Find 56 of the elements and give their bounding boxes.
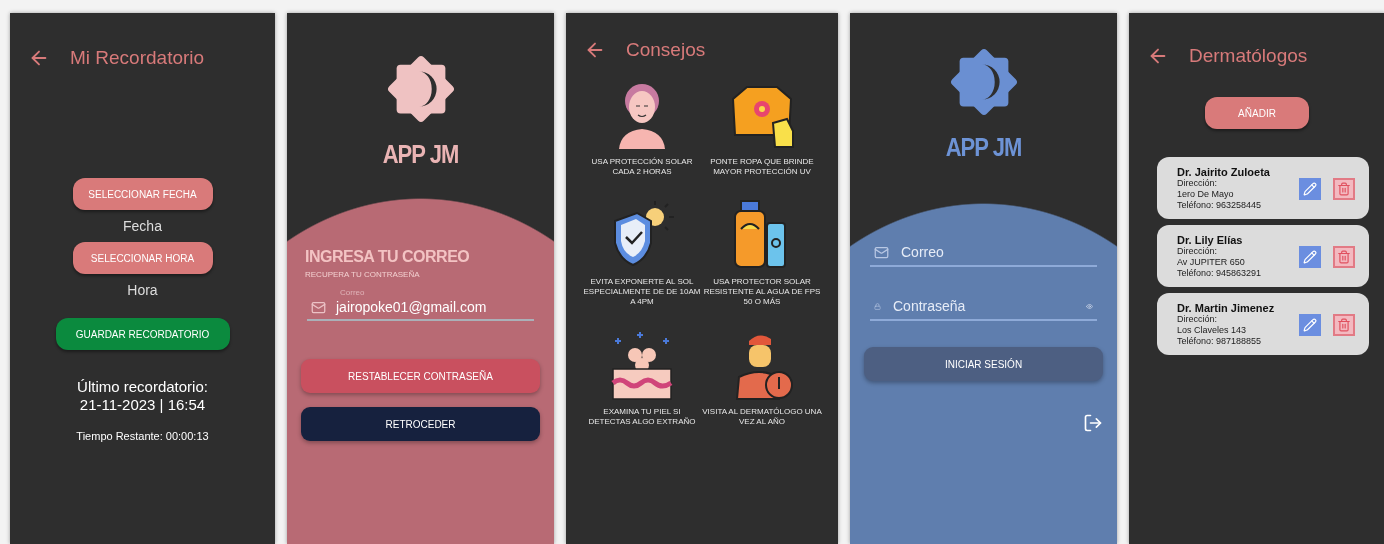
select-date-button[interactable]: SELECCIONAR FECHA: [72, 178, 213, 210]
edit-button[interactable]: [1299, 313, 1321, 336]
form-subheading: RECUPERA TU CONTRASEÑA: [305, 270, 420, 279]
address-label: Dirección:: [1177, 178, 1218, 189]
address-text: Av JUPITER 650: [1177, 257, 1246, 268]
form-heading: INGRESA TU CORREO: [305, 248, 470, 266]
delete-button[interactable]: [1333, 313, 1355, 336]
screen-title: Consejos: [626, 39, 706, 61]
tip-text: VISITA AL DERMATÓLOGO UNA VEZ AL AÑO: [702, 407, 822, 427]
time-label: Hora: [127, 282, 158, 298]
address-text: Los Claveles 143: [1177, 325, 1248, 336]
email-input[interactable]: Correo: [899, 243, 1093, 261]
screen-title: Mi Recordatorio: [70, 47, 205, 69]
reset-password-button[interactable]: RESTABLECER CONTRASEÑA: [301, 359, 540, 393]
tip-text: USA PROTECTOR SOLAR RESISTENTE AL AGUA DE FPS 50 O MÁS: [702, 277, 822, 307]
mail-icon: [874, 244, 889, 260]
password-input[interactable]: Contraseña: [891, 297, 1076, 315]
app-name: APP JM: [945, 133, 1022, 163]
trash-icon: [1337, 317, 1351, 332]
tip-text: PONTE ROPA QUE BRINDE MAYOR PROTECCIÓN UV: [709, 157, 815, 177]
add-button[interactable]: AÑADIR: [1205, 97, 1309, 129]
last-reminder-value: 21-11-2023 | 16:54: [79, 396, 206, 414]
back-button[interactable]: RETROCEDER: [301, 407, 540, 441]
address-label: Dirección:: [1177, 246, 1218, 257]
field-label: Correo: [340, 288, 365, 297]
date-label: Fecha: [123, 218, 162, 234]
doctor-name: Dr. Martin Jimenez: [1177, 302, 1276, 314]
login-button[interactable]: INICIAR SESIÓN: [864, 347, 1103, 381]
edit-button[interactable]: [1299, 245, 1321, 268]
delete-button[interactable]: [1333, 245, 1355, 268]
tip-text: USA PROTECCIÓN SOLAR CADA 2 HORAS: [590, 157, 694, 177]
tip-text: EXAMINA TU PIEL SI DETECTAS ALGO EXTRAÑO: [587, 407, 697, 427]
phone-text: Teléfono: 963258445: [1177, 200, 1263, 211]
save-reminder-button[interactable]: GUARDAR RECORDATORIO: [55, 318, 230, 350]
pencil-icon: [1303, 249, 1317, 264]
pencil-icon: [1303, 317, 1317, 332]
address-label: Dirección:: [1177, 314, 1218, 325]
phone-text: Teléfono: 987188855: [1177, 336, 1263, 347]
email-field[interactable]: jairopoke01@gmail.com: [307, 299, 534, 321]
select-time-button[interactable]: SELECCIONAR HORA: [72, 242, 213, 274]
pencil-icon: [1303, 181, 1317, 196]
app-name: APP JM: [382, 140, 459, 170]
trash-icon: [1337, 181, 1351, 196]
last-reminder-label: Último recordatorio:: [77, 378, 208, 396]
mail-icon: [311, 299, 326, 315]
address-text: 1ero De Mayo: [1177, 189, 1235, 200]
edit-button[interactable]: [1299, 177, 1321, 200]
delete-button[interactable]: [1333, 177, 1355, 200]
doctor-name: Dr. Jairito Zuloeta: [1177, 166, 1271, 178]
remaining-time: Tiempo Restante: 00:00:13: [76, 430, 209, 442]
trash-icon: [1337, 249, 1351, 264]
doctor-name: Dr. Lily Elías: [1177, 234, 1244, 246]
screen-title: Dermatólogos: [1189, 45, 1308, 67]
phone-text: Teléfono: 945863291: [1177, 268, 1263, 279]
tip-text: EVITA EXPONERTE AL SOL ESPECIALMENTE DE DE 10AM A 4PM: [582, 277, 702, 307]
logout-icon[interactable]: [1083, 413, 1103, 433]
